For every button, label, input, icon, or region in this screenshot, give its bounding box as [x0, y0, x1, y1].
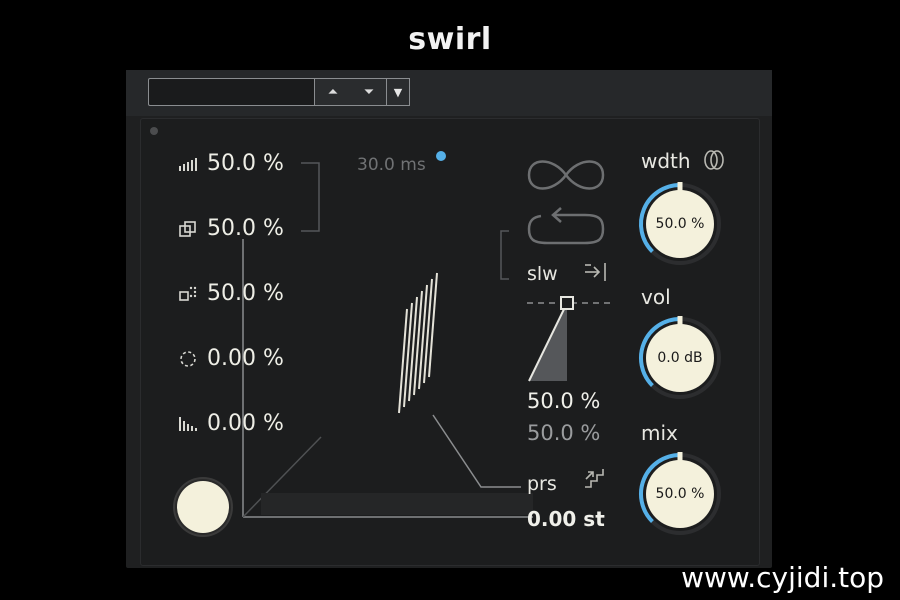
preset-next-icon[interactable]: ⏷ — [364, 85, 374, 100]
param-value: 50.0 % — [207, 281, 284, 306]
preset-bar: ⏶ ⏷ ▼ — [126, 70, 772, 116]
param-row-diffusion[interactable]: 0.00 % — [177, 346, 284, 371]
ramp-value-primary[interactable]: 50.0 % — [527, 389, 600, 413]
param-row-layers[interactable]: 50.0 % — [177, 216, 284, 241]
stacked-squares-icon — [177, 220, 199, 238]
width-knob-value: 50.0 % — [655, 216, 705, 232]
main-panel: 50.0 % 50.0 % 50.0 % 0.00 % 0.00 % 30.0 … — [140, 118, 760, 566]
preset-nav: ⏶ ⏷ — [314, 78, 388, 106]
skip-to-end-icon[interactable] — [583, 261, 609, 283]
width-knob[interactable]: 50.0 % — [637, 181, 723, 267]
pitch-value[interactable]: 0.00 st — [527, 507, 605, 531]
slw-label[interactable]: slw — [527, 263, 558, 285]
preset-dropdown-button[interactable]: ▼ — [386, 78, 410, 106]
param-row-spread[interactable]: 50.0 % — [177, 281, 284, 306]
param-value: 0.00 % — [207, 411, 284, 436]
watermark-text: www.cyjidi.top — [681, 561, 884, 594]
stairs-icon[interactable] — [583, 467, 609, 491]
prs-label[interactable]: prs — [527, 473, 557, 495]
dotted-squares-icon — [177, 285, 199, 303]
param-value: 50.0 % — [207, 151, 284, 176]
swirl-plugin-window: ⏶ ⏷ ▼ 50.0 % 50.0 % 50.0 % 0.00 % 0.00 %… — [126, 70, 772, 568]
loop-back-icon[interactable] — [523, 205, 609, 249]
bars-decay-icon — [177, 415, 199, 433]
param-row-density[interactable]: 50.0 % — [177, 151, 284, 176]
sync-indicator[interactable] — [436, 151, 446, 161]
mix-knob-label: mix — [641, 421, 678, 445]
master-button[interactable] — [177, 481, 229, 533]
volume-knob[interactable]: 0.0 dB — [637, 315, 723, 401]
preset-prev-icon[interactable]: ⏶ — [328, 85, 338, 100]
bars-ramp-icon — [177, 155, 199, 173]
param-value: 0.00 % — [207, 346, 284, 371]
infinity-icon[interactable] — [523, 155, 609, 195]
caption-title: swirl — [408, 22, 492, 57]
preset-name-field[interactable] — [148, 78, 314, 106]
mix-knob-value: 50.0 % — [655, 486, 705, 502]
param-value: 50.0 % — [207, 216, 284, 241]
volume-knob-value: 0.0 dB — [657, 350, 703, 366]
stereo-icon[interactable] — [703, 149, 725, 171]
dotted-circle-icon — [177, 350, 199, 368]
param-row-decay[interactable]: 0.00 % — [177, 411, 284, 436]
volume-knob-label: vol — [641, 285, 671, 309]
mix-knob[interactable]: 50.0 % — [637, 451, 723, 537]
delay-time-value[interactable]: 30.0 ms — [357, 155, 426, 175]
width-knob-label: wdth — [641, 149, 691, 173]
ramp-value-secondary[interactable]: 50.0 % — [527, 421, 600, 445]
